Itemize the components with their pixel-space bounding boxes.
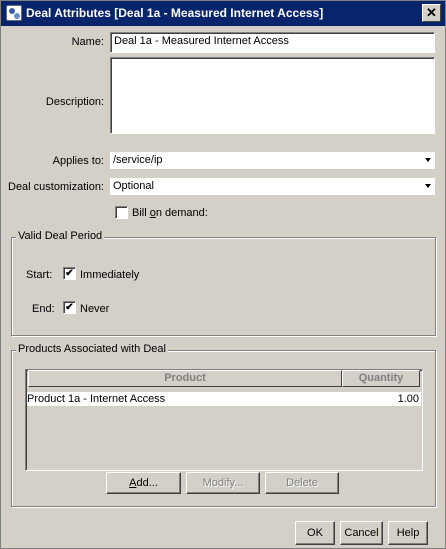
description-label: Description: bbox=[45, 96, 104, 108]
applies-to-value: /service/ip bbox=[113, 154, 163, 166]
title-bar[interactable]: Deal Attributes [Deal 1a - Measured Inte… bbox=[1, 1, 445, 26]
start-immediately-checkbox[interactable]: ✔ bbox=[63, 267, 76, 280]
description-textarea[interactable] bbox=[110, 57, 435, 134]
deal-attributes-dialog: Deal Attributes [Deal 1a - Measured Inte… bbox=[0, 0, 446, 549]
table-row[interactable]: Product 1a - Internet Access 1.00 bbox=[27, 392, 421, 406]
start-label: Start: bbox=[26, 269, 53, 281]
customization-value: Optional bbox=[113, 180, 154, 192]
applies-to-label: Applies to: bbox=[52, 155, 104, 167]
valid-deal-period-title: Valid Deal Period bbox=[16, 230, 105, 242]
start-immediately-label: Immediately bbox=[80, 269, 140, 281]
close-button[interactable]: ✕ bbox=[422, 4, 441, 22]
end-label: End: bbox=[32, 303, 55, 315]
chevron-down-icon bbox=[425, 158, 431, 162]
delete-button[interactable]: Delete bbox=[265, 472, 339, 494]
chevron-down-icon bbox=[425, 184, 431, 188]
end-never-checkbox[interactable]: ✔ bbox=[63, 301, 76, 314]
product-cell: Product 1a - Internet Access bbox=[27, 393, 166, 405]
customization-dropdown[interactable]: Optional bbox=[110, 178, 435, 195]
bill-on-demand-checkbox[interactable] bbox=[115, 206, 128, 219]
products-group-title: Products Associated with Deal bbox=[16, 343, 168, 355]
window-title: Deal Attributes [Deal 1a - Measured Inte… bbox=[26, 6, 324, 20]
add-button[interactable]: Add... bbox=[106, 472, 181, 494]
customization-label: Deal customization: bbox=[8, 181, 104, 193]
ok-button[interactable]: OK bbox=[295, 521, 335, 545]
valid-deal-period-group bbox=[11, 237, 436, 336]
bill-on-demand-label: Bill on demand: bbox=[132, 207, 208, 219]
help-button[interactable]: Help bbox=[388, 521, 428, 545]
name-input[interactable]: Deal 1a - Measured Internet Access bbox=[110, 32, 435, 53]
app-icon bbox=[6, 5, 22, 21]
products-table[interactable]: Product Quantity Product 1a - Internet A… bbox=[25, 369, 423, 471]
quantity-column-header[interactable]: Quantity bbox=[342, 370, 420, 387]
cancel-button[interactable]: Cancel bbox=[340, 521, 383, 545]
quantity-cell: 1.00 bbox=[397, 393, 419, 405]
product-column-header[interactable]: Product bbox=[28, 370, 342, 387]
modify-button[interactable]: Modify... bbox=[186, 472, 260, 494]
name-label: Name: bbox=[71, 36, 104, 48]
end-never-label: Never bbox=[80, 303, 110, 315]
applies-to-dropdown[interactable]: /service/ip bbox=[110, 152, 435, 169]
